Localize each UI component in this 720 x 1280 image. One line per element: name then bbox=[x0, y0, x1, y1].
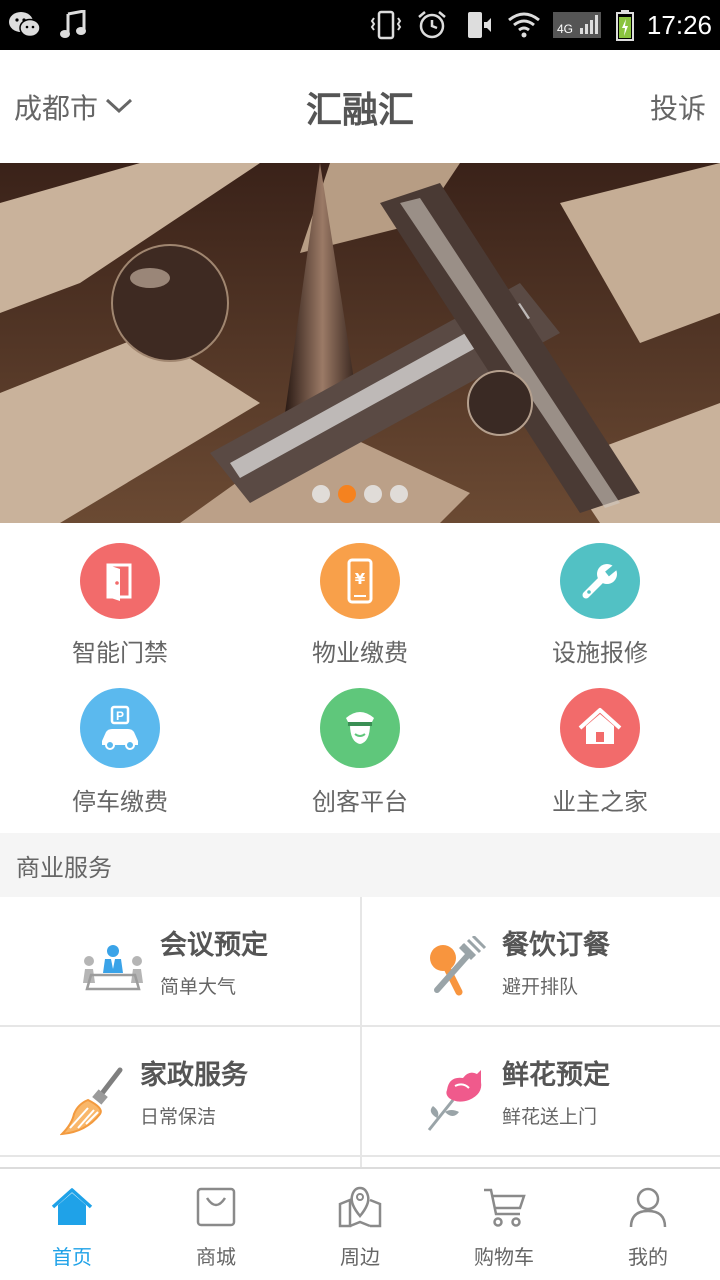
status-right: 4G 17:26 bbox=[369, 8, 712, 42]
banner-image bbox=[0, 163, 720, 523]
dining-icon bbox=[420, 931, 490, 1001]
nav-item-mall[interactable]: 商城 bbox=[144, 1169, 288, 1280]
carousel-dot[interactable] bbox=[312, 485, 330, 503]
alarm-icon bbox=[415, 8, 449, 42]
svg-text:¥: ¥ bbox=[355, 570, 366, 588]
cart-icon bbox=[482, 1185, 526, 1229]
service-flowers[interactable]: 鲜花预定 鲜花送上门 bbox=[362, 1027, 720, 1157]
service-row-partial bbox=[0, 1157, 362, 1167]
quick-action-access-control[interactable]: 智能门禁 bbox=[0, 523, 240, 668]
service-subtitle: 简单大气 bbox=[160, 976, 237, 998]
rose-icon bbox=[420, 1066, 490, 1136]
service-subtitle: 日常保洁 bbox=[140, 1106, 217, 1128]
nav-item-cart[interactable]: 购物车 bbox=[432, 1169, 576, 1280]
user-icon bbox=[626, 1185, 670, 1229]
quick-action-repair[interactable]: 设施报修 bbox=[480, 523, 720, 668]
meeting-icon bbox=[78, 931, 148, 1001]
svg-text:P: P bbox=[116, 709, 124, 723]
door-icon bbox=[80, 543, 160, 619]
nav-label: 周边 bbox=[340, 1245, 380, 1269]
home-nav-icon bbox=[50, 1185, 94, 1229]
city-label: 成都市 bbox=[14, 91, 99, 125]
nav-item-home[interactable]: 首页 bbox=[0, 1169, 144, 1280]
service-text: 会议预定 简单大气 bbox=[160, 923, 268, 999]
nav-item-me[interactable]: 我的 bbox=[576, 1169, 720, 1280]
wifi-icon bbox=[507, 8, 541, 42]
music-icon bbox=[56, 8, 90, 42]
quick-action-label: 物业缴费 bbox=[312, 639, 408, 667]
services-grid: 会议预定 简单大气 餐饮订餐 避开排队 家政服务 日常保洁 鲜花预定 鲜花送上门 bbox=[0, 897, 720, 1167]
complaint-button[interactable]: 投诉 bbox=[650, 87, 706, 127]
quick-action-parking[interactable]: P 停车缴费 bbox=[0, 668, 240, 833]
nav-label: 商城 bbox=[196, 1245, 236, 1269]
broom-icon bbox=[58, 1066, 128, 1136]
banner-carousel[interactable] bbox=[0, 163, 720, 523]
shopping-bag-icon bbox=[194, 1185, 238, 1229]
service-text: 餐饮订餐 避开排队 bbox=[502, 923, 610, 999]
service-row-partial bbox=[362, 1157, 720, 1167]
quick-actions-grid: 智能门禁 ¥ 物业缴费 设施报修 P 停车缴费 创客平台 业主之家 bbox=[0, 523, 720, 833]
carousel-dot[interactable] bbox=[364, 485, 382, 503]
silent-phone-icon bbox=[461, 8, 495, 42]
app-header: 成都市 汇融汇 投诉 bbox=[0, 50, 720, 163]
chevron-down-icon bbox=[104, 90, 134, 123]
parking-car-icon: P bbox=[80, 688, 160, 768]
service-dining[interactable]: 餐饮订餐 避开排队 bbox=[362, 897, 720, 1027]
wrench-icon bbox=[560, 543, 640, 619]
nav-label: 购物车 bbox=[474, 1245, 534, 1269]
quick-action-maker-platform[interactable]: 创客平台 bbox=[240, 668, 480, 833]
service-text: 家政服务 日常保洁 bbox=[140, 1053, 248, 1129]
service-meeting[interactable]: 会议预定 简单大气 bbox=[0, 897, 362, 1027]
carousel-dots bbox=[0, 485, 720, 503]
nav-label: 首页 bbox=[52, 1245, 92, 1269]
quick-action-owners-home[interactable]: 业主之家 bbox=[480, 668, 720, 833]
vibrate-icon bbox=[369, 8, 403, 42]
clock: 17:26 bbox=[646, 9, 712, 40]
quick-action-label: 智能门禁 bbox=[72, 639, 168, 667]
carousel-dot-active[interactable] bbox=[338, 485, 356, 503]
nav-label: 我的 bbox=[628, 1245, 668, 1269]
network-label: 4G bbox=[557, 22, 573, 36]
nav-item-nearby[interactable]: 周边 bbox=[288, 1169, 432, 1280]
battery-icon bbox=[615, 8, 635, 42]
map-pin-icon bbox=[338, 1185, 382, 1229]
service-text: 鲜花预定 鲜花送上门 bbox=[502, 1053, 610, 1129]
quick-action-label: 设施报修 bbox=[552, 639, 648, 667]
phone-payment-icon: ¥ bbox=[320, 543, 400, 619]
status-bar: 4G 17:26 bbox=[0, 0, 720, 50]
quick-action-property-fee[interactable]: ¥ 物业缴费 bbox=[240, 523, 480, 668]
service-title: 鲜花预定 bbox=[502, 1060, 610, 1091]
service-housekeeping[interactable]: 家政服务 日常保洁 bbox=[0, 1027, 362, 1157]
quick-action-label: 业主之家 bbox=[552, 788, 648, 816]
service-title: 会议预定 bbox=[160, 930, 268, 961]
section-header: 商业服务 bbox=[0, 833, 720, 897]
officer-icon bbox=[320, 688, 400, 768]
service-subtitle: 鲜花送上门 bbox=[502, 1106, 598, 1128]
carousel-dot[interactable] bbox=[390, 485, 408, 503]
status-left bbox=[8, 8, 90, 42]
quick-action-label: 创客平台 bbox=[312, 788, 408, 816]
service-title: 餐饮订餐 bbox=[502, 930, 610, 961]
home-icon bbox=[560, 688, 640, 768]
signal-icon: 4G bbox=[552, 8, 603, 42]
service-title: 家政服务 bbox=[140, 1060, 248, 1091]
quick-action-label: 停车缴费 bbox=[72, 788, 168, 816]
city-selector[interactable]: 成都市 bbox=[14, 87, 134, 127]
bottom-nav: 首页 商城 周边 购物车 我的 bbox=[0, 1167, 720, 1280]
wechat-icon bbox=[8, 8, 42, 42]
service-subtitle: 避开排队 bbox=[502, 976, 579, 998]
